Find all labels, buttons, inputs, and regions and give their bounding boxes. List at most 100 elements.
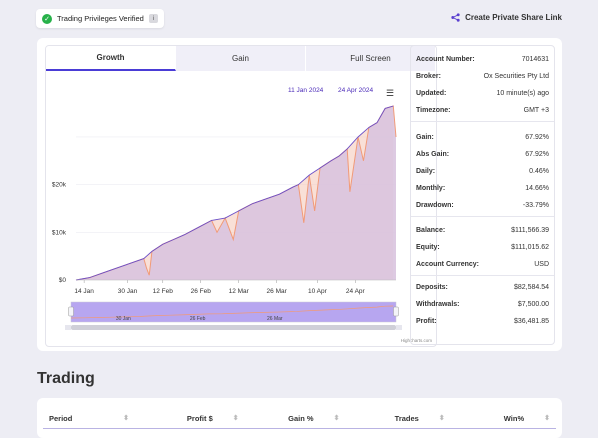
sort-icon[interactable]: ⬍ <box>544 414 550 422</box>
share-label: Create Private Share Link <box>465 13 562 22</box>
verified-badge: ✓ Trading Privileges Verified i <box>36 9 164 28</box>
stat-label: Monthly: <box>416 185 446 192</box>
scroll-left-button[interactable] <box>65 325 71 330</box>
x-tick-label: 14 Jan <box>74 288 94 295</box>
range-from[interactable]: 11 Jan 2024 <box>288 87 323 94</box>
y-tick-label: $10k <box>52 229 67 236</box>
chart-panel: Growth Gain Full Screen $0 $10k $20k 14 Jan… <box>45 45 437 347</box>
verified-label: Trading Privileges Verified <box>57 14 144 23</box>
stat-value: 0.46% <box>529 168 549 175</box>
stat-value: $111,566.39 <box>511 227 549 234</box>
stat-label: Daily: <box>416 168 436 175</box>
navigator-tick-label: 30 Jan <box>116 316 131 322</box>
sort-icon[interactable]: ⬍ <box>334 414 340 422</box>
stat-row: Account Number: 7014631 <box>416 56 549 63</box>
navigator-handle[interactable] <box>393 306 399 317</box>
create-share-link-button[interactable]: Create Private Share Link <box>451 13 562 22</box>
stat-separator <box>411 216 554 217</box>
column-label: Win% <box>503 413 525 423</box>
share-icon <box>451 13 460 22</box>
stat-label: Equity: <box>416 244 440 251</box>
stat-row: Withdrawals: $7,500.00 <box>416 301 549 308</box>
stat-row: Equity: $111,015.62 <box>416 244 549 251</box>
stat-value: 67.92% <box>525 134 549 141</box>
sort-icon[interactable]: ⬍ <box>123 414 129 422</box>
trading-heading: Trading <box>37 370 95 387</box>
trading-table-header: Period ⬍ Profit $ ⬍ Gain % ⬍ Trades ⬍ Win% ⬍ <box>43 408 556 429</box>
stat-label: Updated: <box>416 90 447 97</box>
stat-row: Abs Gain: 67.92% <box>416 151 549 158</box>
column-label: Profit $ <box>186 413 213 423</box>
navigator-tick-label: 26 Mar <box>267 316 283 322</box>
stat-row: Account Currency: USD <box>416 261 549 268</box>
column-header[interactable]: Period ⬍ <box>43 408 135 428</box>
stat-row: Monthly: 14.66% <box>416 185 549 192</box>
stat-label: Deposits: <box>416 284 448 291</box>
stat-value: $111,015.62 <box>511 244 549 251</box>
column-header[interactable]: Win% ⬍ <box>451 408 556 428</box>
x-tick-label: 26 Mar <box>267 288 288 295</box>
trading-table: Period ⬍ Profit $ ⬍ Gain % ⬍ Trades ⬍ Win% ⬍ <box>37 398 562 438</box>
stat-value: $7,500.00 <box>517 301 549 308</box>
sort-icon[interactable]: ⬍ <box>439 414 445 422</box>
y-tick-label: $0 <box>59 277 67 284</box>
column-label: Gain % <box>288 413 314 423</box>
stat-value: USD <box>534 261 549 268</box>
navigator-handle[interactable] <box>68 306 74 317</box>
stat-label: Timezone: <box>416 107 451 114</box>
stat-row: Drawdown: -33.79% <box>416 202 549 209</box>
stat-label: Broker: <box>416 73 441 80</box>
stat-value: GMT +3 <box>523 107 549 114</box>
y-tick-label: $20k <box>52 182 67 189</box>
stat-separator <box>411 121 554 122</box>
x-tick-label: 12 Feb <box>153 288 174 295</box>
column-header[interactable]: Profit $ ⬍ <box>135 408 245 428</box>
stat-value: Ox Securities Pty Ltd <box>483 73 549 80</box>
x-tick-label: 12 Mar <box>229 288 250 295</box>
stat-label: Account Currency: <box>416 261 480 268</box>
stat-row: Balance: $111,566.39 <box>416 227 549 234</box>
sort-icon[interactable]: ⬍ <box>233 414 239 422</box>
stat-row: Broker: Ox Securities Pty Ltd <box>416 73 549 80</box>
column-header[interactable]: Trades ⬍ <box>345 408 450 428</box>
stat-row: Updated: 10 minute(s) ago <box>416 90 549 97</box>
column-header[interactable]: Gain % ⬍ <box>245 408 346 428</box>
column-label: Period <box>49 413 73 423</box>
navigator-scrollbar[interactable] <box>71 325 396 330</box>
navigator-tick-label: 26 Feb <box>190 316 206 322</box>
stat-label: Profit: <box>416 318 437 325</box>
stat-label: Abs Gain: <box>416 151 450 158</box>
scroll-right-button[interactable] <box>396 325 402 330</box>
growth-chart: $0 $10k $20k 14 Jan 30 Jan 12 Feb 26 Feb 12 Mar… <box>52 105 402 330</box>
stat-value: 14.66% <box>525 185 549 192</box>
x-tick-label: 24 Apr <box>346 288 366 295</box>
check-icon: ✓ <box>42 13 52 24</box>
equity-area <box>76 106 396 280</box>
stat-row: Deposits: $82,584.54 <box>416 284 549 291</box>
column-label: Trades <box>394 413 419 423</box>
stat-row: Gain: 67.92% <box>416 134 549 141</box>
info-icon[interactable]: i <box>148 14 158 23</box>
x-tick-label: 30 Jan <box>118 288 138 295</box>
stat-value: $82,584.54 <box>513 284 549 291</box>
stat-label: Gain: <box>416 134 434 141</box>
account-card: Growth Gain Full Screen $0 $10k $20k 14 Jan… <box>37 38 562 351</box>
stat-separator <box>411 275 554 276</box>
stat-row: Profit: $36,481.85 <box>416 318 549 325</box>
stat-value: 67.92% <box>525 151 549 158</box>
stat-label: Drawdown: <box>416 202 454 209</box>
stat-row: Timezone: GMT +3 <box>416 107 549 114</box>
stat-value: -33.79% <box>522 202 549 209</box>
stat-row: Daily: 0.46% <box>416 168 549 175</box>
x-tick-label: 26 Feb <box>191 288 212 295</box>
stat-label: Account Number: <box>416 56 475 63</box>
account-stats: Account Number: 7014631 Broker: Ox Securiti… <box>410 45 555 345</box>
stat-label: Balance: <box>416 227 446 234</box>
stat-label: Withdrawals: <box>416 301 460 308</box>
x-tick-label: 10 Apr <box>308 288 328 295</box>
stat-value: 7014631 <box>521 56 549 63</box>
hamburger-menu-icon[interactable]: ☰ <box>386 88 394 99</box>
range-to[interactable]: 24 Apr 2024 <box>338 87 373 94</box>
stat-value: 10 minute(s) ago <box>496 90 549 97</box>
stat-value: $36,481.85 <box>513 318 549 325</box>
